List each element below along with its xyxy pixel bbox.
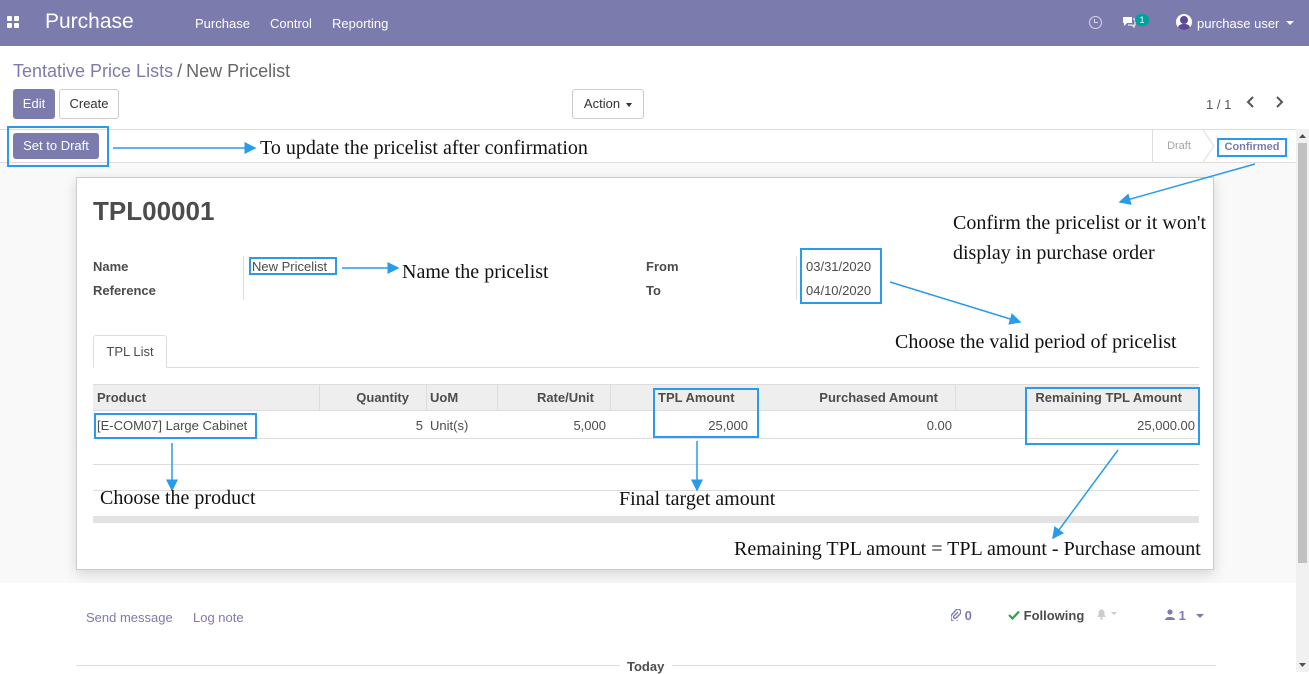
annotation-name: Name the pricelist	[402, 261, 549, 283]
record-title: TPL00001	[93, 196, 215, 226]
user-avatar[interactable]	[1176, 14, 1192, 30]
cell-uom: Unit(s)	[430, 418, 469, 433]
annotation-set-draft: To update the pricelist after confirmati…	[260, 137, 588, 159]
annotation-tpl-amount: Final target amount	[619, 488, 776, 510]
attachments-button[interactable]: 0	[950, 608, 972, 623]
pager-previous-icon[interactable]	[1245, 95, 1257, 109]
action-label: Action	[583, 96, 621, 111]
chevron-down-icon[interactable]	[1286, 21, 1294, 25]
bell-icon[interactable]	[1095, 608, 1117, 623]
caret-down-icon	[1196, 614, 1205, 618]
highlight-product	[94, 413, 257, 439]
date-divider	[76, 665, 620, 666]
tab-divider	[93, 367, 1199, 368]
activity-clock-icon[interactable]	[1089, 16, 1102, 29]
chat-icon[interactable]	[1122, 16, 1136, 28]
date-divider	[672, 665, 1216, 666]
highlight-dates	[800, 248, 882, 304]
status-arrow-separator	[1203, 130, 1215, 162]
breadcrumb: Tentative Price Lists / New Pricelist	[13, 61, 290, 82]
row-divider	[93, 464, 1199, 465]
menu-control[interactable]: Control	[270, 16, 312, 31]
breadcrumb-parent[interactable]: Tentative Price Lists	[13, 61, 173, 81]
highlight-confirmed	[1217, 138, 1287, 157]
status-draft[interactable]: Draft	[1152, 130, 1205, 162]
breadcrumb-separator: /	[177, 61, 183, 81]
to-label: To	[646, 283, 661, 298]
user-icon	[1165, 609, 1175, 620]
paperclip-icon	[950, 608, 962, 623]
chat-count-badge: 1	[1135, 14, 1149, 26]
name-label: Name	[93, 259, 129, 274]
highlight-remaining	[1025, 387, 1200, 445]
pager-next-icon[interactable]	[1273, 95, 1285, 109]
from-label: From	[646, 259, 679, 274]
annotation-product: Choose the product	[100, 487, 256, 509]
pager-value[interactable]: 1 / 1	[1206, 97, 1231, 112]
table-footer	[93, 516, 1199, 523]
scroll-down-icon[interactable]	[1298, 661, 1307, 669]
column-divider	[426, 385, 427, 410]
column-divider	[610, 385, 611, 410]
reference-label: Reference	[93, 283, 156, 298]
edit-button[interactable]: Edit	[13, 89, 55, 119]
highlight-name	[249, 257, 337, 275]
following-label: Following	[1023, 608, 1085, 623]
log-note-button[interactable]: Log note	[193, 610, 244, 625]
highlight-tpl-amount	[653, 388, 759, 438]
send-message-button[interactable]: Send message	[86, 610, 173, 625]
scroll-up-icon[interactable]	[1298, 132, 1307, 140]
column-rate[interactable]: Rate/Unit	[498, 390, 594, 405]
annotation-period: Choose the valid period of pricelist	[895, 331, 1177, 353]
cell-rate: 5,000	[573, 418, 606, 433]
action-dropdown[interactable]: Action	[572, 89, 644, 119]
attachments-count: 0	[964, 608, 972, 623]
create-button[interactable]: Create	[59, 89, 119, 119]
check-icon	[1008, 610, 1020, 621]
field-divider	[243, 256, 244, 300]
column-product[interactable]: Product	[97, 390, 146, 405]
menu-purchase[interactable]: Purchase	[195, 16, 250, 31]
followers-button[interactable]: 1	[1165, 608, 1205, 623]
app-title: Purchase	[45, 10, 134, 33]
caret-down-icon	[626, 102, 633, 107]
cell-quantity: 5	[415, 418, 423, 433]
breadcrumb-current: New Pricelist	[186, 61, 291, 81]
menu-reporting[interactable]: Reporting	[332, 16, 388, 31]
status-bar	[0, 129, 1296, 163]
annotation-confirm: Confirm the pricelist or it won't displa…	[953, 212, 1207, 264]
column-divider	[955, 385, 956, 410]
followers-count: 1	[1178, 608, 1186, 623]
column-quantity[interactable]: Quantity	[320, 390, 409, 405]
apps-menu-icon[interactable]	[7, 16, 20, 29]
column-purchased-amount[interactable]: Purchased Amount	[760, 390, 938, 405]
user-menu[interactable]: purchase user	[1197, 16, 1279, 31]
tab-tpl-list[interactable]: TPL List	[93, 335, 167, 368]
cell-purchased-amount: 0.00	[926, 418, 952, 433]
scrollbar-thumb[interactable]	[1298, 143, 1307, 563]
column-uom[interactable]: UoM	[430, 390, 458, 405]
annotation-remaining: Remaining TPL amount = TPL amount - Purc…	[734, 538, 1201, 560]
highlight-set-draft	[7, 126, 109, 167]
following-button[interactable]: Following	[1008, 608, 1084, 623]
field-divider	[796, 256, 797, 300]
